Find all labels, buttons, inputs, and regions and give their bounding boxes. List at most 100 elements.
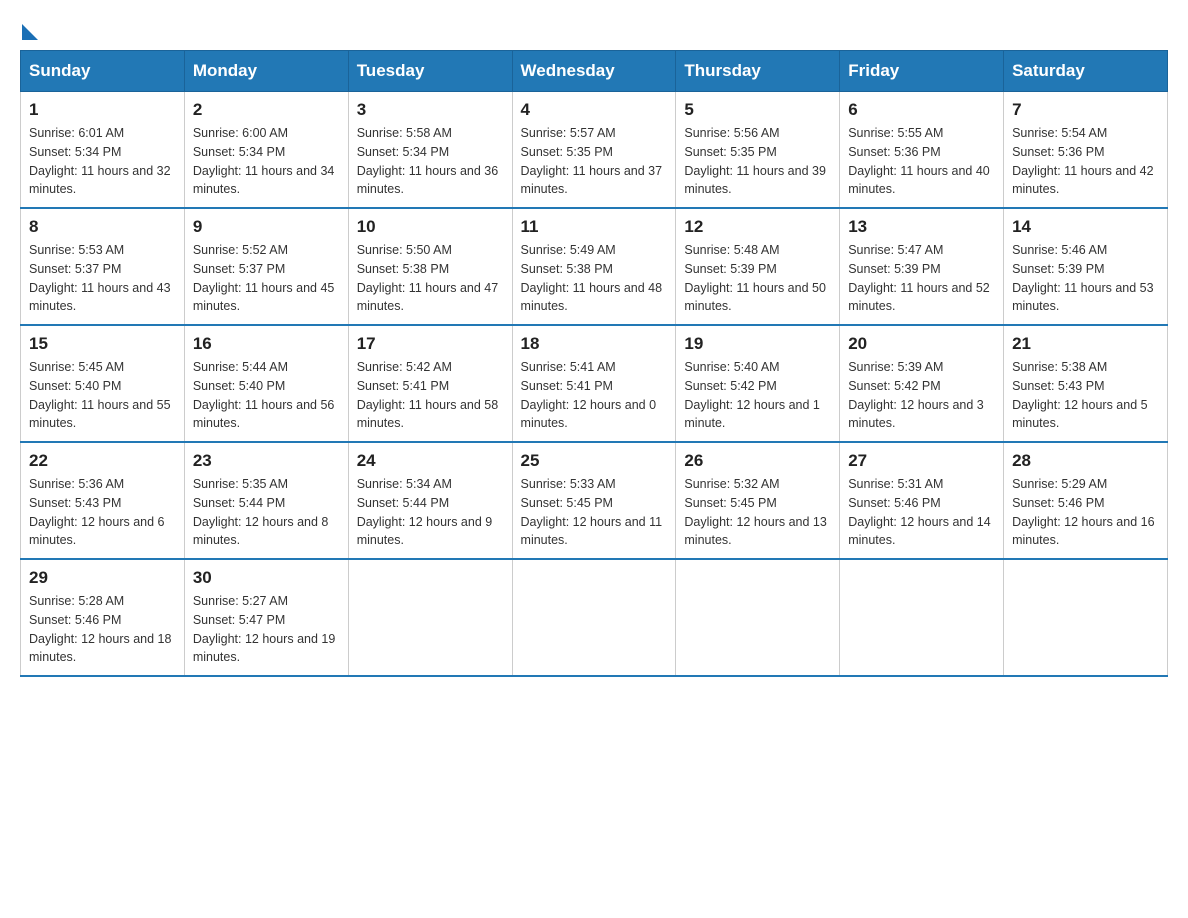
day-info: Sunrise: 5:56 AM Sunset: 5:35 PM Dayligh…	[684, 124, 831, 199]
day-number: 9	[193, 217, 340, 237]
day-number: 17	[357, 334, 504, 354]
calendar-day-cell: 28 Sunrise: 5:29 AM Sunset: 5:46 PM Dayl…	[1004, 442, 1168, 559]
header-friday: Friday	[840, 51, 1004, 92]
day-number: 13	[848, 217, 995, 237]
calendar-table: Sunday Monday Tuesday Wednesday Thursday…	[20, 50, 1168, 677]
day-info: Sunrise: 5:28 AM Sunset: 5:46 PM Dayligh…	[29, 592, 176, 667]
day-number: 30	[193, 568, 340, 588]
day-info: Sunrise: 5:54 AM Sunset: 5:36 PM Dayligh…	[1012, 124, 1159, 199]
day-number: 12	[684, 217, 831, 237]
day-info: Sunrise: 5:34 AM Sunset: 5:44 PM Dayligh…	[357, 475, 504, 550]
header-tuesday: Tuesday	[348, 51, 512, 92]
day-number: 25	[521, 451, 668, 471]
day-number: 5	[684, 100, 831, 120]
day-number: 28	[1012, 451, 1159, 471]
calendar-day-cell: 15 Sunrise: 5:45 AM Sunset: 5:40 PM Dayl…	[21, 325, 185, 442]
calendar-day-cell: 27 Sunrise: 5:31 AM Sunset: 5:46 PM Dayl…	[840, 442, 1004, 559]
day-info: Sunrise: 5:33 AM Sunset: 5:45 PM Dayligh…	[521, 475, 668, 550]
day-info: Sunrise: 5:47 AM Sunset: 5:39 PM Dayligh…	[848, 241, 995, 316]
day-number: 2	[193, 100, 340, 120]
day-number: 8	[29, 217, 176, 237]
header-saturday: Saturday	[1004, 51, 1168, 92]
day-info: Sunrise: 5:35 AM Sunset: 5:44 PM Dayligh…	[193, 475, 340, 550]
calendar-day-cell: 24 Sunrise: 5:34 AM Sunset: 5:44 PM Dayl…	[348, 442, 512, 559]
day-number: 19	[684, 334, 831, 354]
calendar-day-cell	[512, 559, 676, 676]
calendar-week-row: 15 Sunrise: 5:45 AM Sunset: 5:40 PM Dayl…	[21, 325, 1168, 442]
calendar-day-cell: 23 Sunrise: 5:35 AM Sunset: 5:44 PM Dayl…	[184, 442, 348, 559]
day-number: 15	[29, 334, 176, 354]
calendar-day-cell: 6 Sunrise: 5:55 AM Sunset: 5:36 PM Dayli…	[840, 92, 1004, 209]
day-number: 4	[521, 100, 668, 120]
calendar-day-cell: 11 Sunrise: 5:49 AM Sunset: 5:38 PM Dayl…	[512, 208, 676, 325]
calendar-day-cell: 16 Sunrise: 5:44 AM Sunset: 5:40 PM Dayl…	[184, 325, 348, 442]
day-number: 14	[1012, 217, 1159, 237]
day-number: 10	[357, 217, 504, 237]
day-number: 27	[848, 451, 995, 471]
calendar-day-cell: 8 Sunrise: 5:53 AM Sunset: 5:37 PM Dayli…	[21, 208, 185, 325]
calendar-day-cell: 21 Sunrise: 5:38 AM Sunset: 5:43 PM Dayl…	[1004, 325, 1168, 442]
day-info: Sunrise: 5:44 AM Sunset: 5:40 PM Dayligh…	[193, 358, 340, 433]
day-info: Sunrise: 5:41 AM Sunset: 5:41 PM Dayligh…	[521, 358, 668, 433]
day-number: 1	[29, 100, 176, 120]
calendar-day-cell: 30 Sunrise: 5:27 AM Sunset: 5:47 PM Dayl…	[184, 559, 348, 676]
calendar-day-cell: 12 Sunrise: 5:48 AM Sunset: 5:39 PM Dayl…	[676, 208, 840, 325]
day-number: 21	[1012, 334, 1159, 354]
day-info: Sunrise: 5:52 AM Sunset: 5:37 PM Dayligh…	[193, 241, 340, 316]
calendar-day-cell	[348, 559, 512, 676]
day-number: 18	[521, 334, 668, 354]
day-info: Sunrise: 5:39 AM Sunset: 5:42 PM Dayligh…	[848, 358, 995, 433]
day-info: Sunrise: 5:49 AM Sunset: 5:38 PM Dayligh…	[521, 241, 668, 316]
calendar-day-cell: 26 Sunrise: 5:32 AM Sunset: 5:45 PM Dayl…	[676, 442, 840, 559]
calendar-day-cell: 9 Sunrise: 5:52 AM Sunset: 5:37 PM Dayli…	[184, 208, 348, 325]
day-info: Sunrise: 6:01 AM Sunset: 5:34 PM Dayligh…	[29, 124, 176, 199]
header-monday: Monday	[184, 51, 348, 92]
calendar-week-row: 29 Sunrise: 5:28 AM Sunset: 5:46 PM Dayl…	[21, 559, 1168, 676]
calendar-week-row: 22 Sunrise: 5:36 AM Sunset: 5:43 PM Dayl…	[21, 442, 1168, 559]
calendar-day-cell	[1004, 559, 1168, 676]
calendar-day-cell: 18 Sunrise: 5:41 AM Sunset: 5:41 PM Dayl…	[512, 325, 676, 442]
day-info: Sunrise: 5:36 AM Sunset: 5:43 PM Dayligh…	[29, 475, 176, 550]
day-info: Sunrise: 5:27 AM Sunset: 5:47 PM Dayligh…	[193, 592, 340, 667]
calendar-week-row: 8 Sunrise: 5:53 AM Sunset: 5:37 PM Dayli…	[21, 208, 1168, 325]
page-header	[20, 20, 1168, 40]
calendar-day-cell: 25 Sunrise: 5:33 AM Sunset: 5:45 PM Dayl…	[512, 442, 676, 559]
day-info: Sunrise: 5:40 AM Sunset: 5:42 PM Dayligh…	[684, 358, 831, 433]
day-number: 11	[521, 217, 668, 237]
day-info: Sunrise: 5:42 AM Sunset: 5:41 PM Dayligh…	[357, 358, 504, 433]
day-info: Sunrise: 5:46 AM Sunset: 5:39 PM Dayligh…	[1012, 241, 1159, 316]
calendar-day-cell: 3 Sunrise: 5:58 AM Sunset: 5:34 PM Dayli…	[348, 92, 512, 209]
day-info: Sunrise: 5:58 AM Sunset: 5:34 PM Dayligh…	[357, 124, 504, 199]
logo	[20, 20, 38, 40]
calendar-day-cell	[676, 559, 840, 676]
calendar-day-cell: 20 Sunrise: 5:39 AM Sunset: 5:42 PM Dayl…	[840, 325, 1004, 442]
day-info: Sunrise: 6:00 AM Sunset: 5:34 PM Dayligh…	[193, 124, 340, 199]
day-number: 26	[684, 451, 831, 471]
header-thursday: Thursday	[676, 51, 840, 92]
day-info: Sunrise: 5:32 AM Sunset: 5:45 PM Dayligh…	[684, 475, 831, 550]
calendar-day-cell: 29 Sunrise: 5:28 AM Sunset: 5:46 PM Dayl…	[21, 559, 185, 676]
header-wednesday: Wednesday	[512, 51, 676, 92]
day-info: Sunrise: 5:38 AM Sunset: 5:43 PM Dayligh…	[1012, 358, 1159, 433]
day-number: 6	[848, 100, 995, 120]
day-info: Sunrise: 5:31 AM Sunset: 5:46 PM Dayligh…	[848, 475, 995, 550]
calendar-day-cell: 5 Sunrise: 5:56 AM Sunset: 5:35 PM Dayli…	[676, 92, 840, 209]
weekday-header-row: Sunday Monday Tuesday Wednesday Thursday…	[21, 51, 1168, 92]
day-info: Sunrise: 5:48 AM Sunset: 5:39 PM Dayligh…	[684, 241, 831, 316]
day-number: 24	[357, 451, 504, 471]
day-info: Sunrise: 5:55 AM Sunset: 5:36 PM Dayligh…	[848, 124, 995, 199]
day-info: Sunrise: 5:45 AM Sunset: 5:40 PM Dayligh…	[29, 358, 176, 433]
day-number: 16	[193, 334, 340, 354]
day-number: 3	[357, 100, 504, 120]
day-info: Sunrise: 5:29 AM Sunset: 5:46 PM Dayligh…	[1012, 475, 1159, 550]
day-info: Sunrise: 5:57 AM Sunset: 5:35 PM Dayligh…	[521, 124, 668, 199]
calendar-day-cell: 19 Sunrise: 5:40 AM Sunset: 5:42 PM Dayl…	[676, 325, 840, 442]
calendar-day-cell: 10 Sunrise: 5:50 AM Sunset: 5:38 PM Dayl…	[348, 208, 512, 325]
calendar-day-cell: 1 Sunrise: 6:01 AM Sunset: 5:34 PM Dayli…	[21, 92, 185, 209]
calendar-day-cell	[840, 559, 1004, 676]
day-number: 22	[29, 451, 176, 471]
calendar-day-cell: 13 Sunrise: 5:47 AM Sunset: 5:39 PM Dayl…	[840, 208, 1004, 325]
day-number: 7	[1012, 100, 1159, 120]
day-info: Sunrise: 5:50 AM Sunset: 5:38 PM Dayligh…	[357, 241, 504, 316]
header-sunday: Sunday	[21, 51, 185, 92]
